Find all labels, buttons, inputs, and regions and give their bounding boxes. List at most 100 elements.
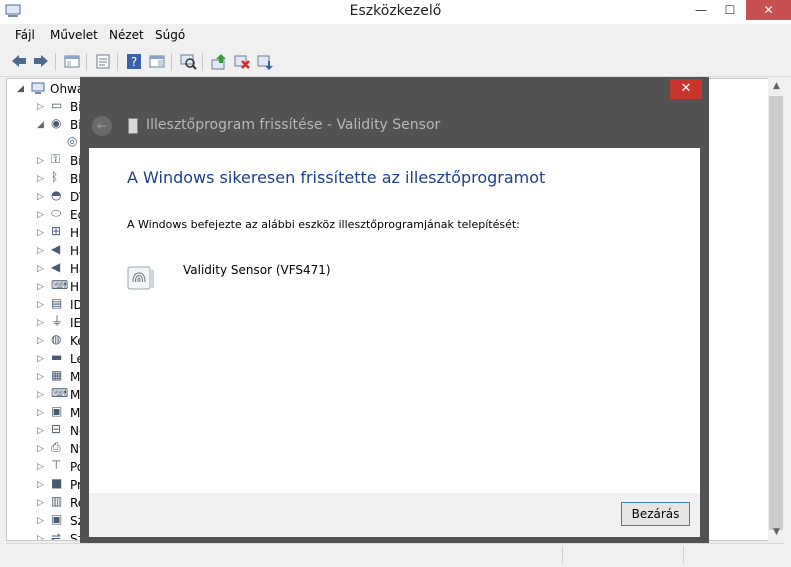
back-arrow-icon[interactable] [10, 53, 28, 70]
close-button[interactable]: Bezárás [621, 502, 690, 526]
camera-icon: ◍ [51, 332, 62, 346]
expand-arrow-icon[interactable]: ▷ [37, 242, 44, 260]
device-name: Validity Sensor (VFS471) [183, 263, 331, 277]
update-driver-icon[interactable] [210, 53, 228, 70]
expand-arrow-icon[interactable]: ▷ [37, 314, 44, 332]
tree-item-label: M [70, 388, 81, 402]
key-icon: ⚿ [51, 152, 61, 166]
printer-icon: ⎙ [51, 440, 61, 454]
menu-help[interactable]: Súgó [155, 28, 185, 42]
computer-icon [31, 82, 45, 94]
menu-file[interactable]: Fájl [15, 28, 35, 42]
device-small-icon [128, 118, 138, 134]
expand-arrow-icon[interactable]: ▷ [37, 260, 44, 278]
help-icon[interactable]: ? [125, 53, 143, 70]
dialog-title: Illesztőprogram frissítése - Validity Se… [146, 117, 441, 133]
close-window-button[interactable]: ✕ [746, 0, 791, 20]
expand-arrow-icon[interactable]: ▷ [37, 170, 44, 188]
minimize-button[interactable]: — [686, 0, 716, 20]
status-bar [6, 543, 785, 565]
fingerprint-icon: ◎ [67, 134, 78, 148]
expand-arrow-icon[interactable]: ▷ [37, 440, 44, 458]
success-heading: A Windows sikeresen frissítette az illes… [127, 168, 546, 187]
expand-arrow-icon[interactable]: ▷ [37, 386, 44, 404]
dialog-content: A Windows sikeresen frissítette az illes… [89, 148, 700, 493]
toolbar-separator [117, 53, 118, 71]
dvd-drive-icon: ◓ [51, 188, 62, 202]
action-pane-icon[interactable] [148, 53, 166, 70]
menu-action[interactable]: Művelet [50, 28, 98, 42]
processor-icon: ■ [51, 476, 63, 490]
battery-icon: ▭ [51, 98, 63, 112]
memory-icon: ▦ [51, 368, 63, 382]
console-tree-icon[interactable] [63, 53, 81, 70]
expand-arrow-icon[interactable]: ▷ [37, 458, 44, 476]
scroll-thumb[interactable] [769, 96, 783, 530]
system-device-icon: ▥ [51, 494, 63, 508]
expand-arrow-icon[interactable]: ▷ [37, 224, 44, 242]
tree-item-label: M [70, 406, 81, 420]
expand-arrow-icon[interactable]: ▷ [37, 476, 44, 494]
properties-icon[interactable] [94, 53, 112, 70]
forward-arrow-icon[interactable] [32, 53, 50, 70]
back-button[interactable]: ← [92, 116, 112, 136]
collapse-arrow-icon[interactable]: ◢ [37, 116, 44, 134]
expand-arrow-icon[interactable]: ▷ [37, 512, 44, 530]
completion-message: A Windows befejezte az alábbi eszköz ill… [127, 218, 520, 231]
maximize-button[interactable]: ☐ [716, 0, 744, 20]
ieee1394-icon: ⏚ [51, 314, 64, 328]
scroll-up-button[interactable]: ▲ [768, 78, 785, 95]
biometric-icon: ◉ [51, 116, 62, 130]
toolbar-separator [202, 53, 203, 71]
update-driver-dialog: ✕ ← Illesztőprogram frissítése - Validit… [80, 77, 709, 543]
expand-arrow-icon[interactable]: ▷ [37, 278, 44, 296]
scroll-down-button[interactable]: ▼ [768, 524, 785, 541]
dialog-footer: Bezárás [89, 493, 700, 537]
vertical-scrollbar[interactable]: ▲ ▼ [768, 78, 785, 541]
expand-arrow-icon[interactable]: ▷ [37, 530, 44, 540]
menu-bar: Fájl Művelet Nézet Súgó [0, 24, 791, 46]
toolbar-separator [86, 53, 87, 71]
dialog-close-button[interactable]: ✕ [670, 79, 702, 99]
speaker-icon: ◀ [51, 242, 61, 256]
bluetooth-icon: ᛒ [51, 170, 59, 184]
keyboard-icon: ⌨ [51, 386, 69, 400]
menu-view[interactable]: Nézet [109, 28, 144, 42]
uninstall-device-icon[interactable] [256, 53, 274, 70]
expand-arrow-icon[interactable]: ▷ [37, 494, 44, 512]
ide-controller-icon: ▤ [51, 296, 63, 310]
window-title: Eszközkezelő [349, 3, 442, 19]
expand-arrow-icon[interactable]: ▷ [37, 404, 44, 422]
toolbar: ? [0, 48, 791, 77]
expand-arrow-icon[interactable]: ▷ [37, 422, 44, 440]
status-divider [683, 546, 685, 563]
expand-arrow-icon[interactable]: ▷ [37, 206, 44, 224]
svg-text:?: ? [131, 55, 137, 69]
collapse-arrow-icon[interactable]: ◢ [17, 80, 24, 98]
mouse-icon: ⬭ [51, 206, 62, 220]
expand-arrow-icon[interactable]: ▷ [37, 350, 44, 368]
toolbar-separator [55, 53, 56, 71]
speaker-icon: ◀ [51, 260, 61, 274]
expand-arrow-icon[interactable]: ▷ [37, 98, 44, 116]
network-icon: ⊞ [51, 224, 62, 238]
monitor-icon: ▣ [51, 404, 63, 418]
port-icon: ⊤ [51, 458, 62, 472]
scan-hardware-icon[interactable] [179, 53, 197, 70]
computer-icon: ▣ [51, 512, 63, 526]
tree-item-label: M [70, 370, 81, 384]
expand-arrow-icon[interactable]: ▷ [37, 152, 44, 170]
fingerprint-sensor-icon [127, 266, 154, 290]
expand-arrow-icon[interactable]: ▷ [37, 368, 44, 386]
disk-drive-icon: ▬ [51, 350, 63, 364]
toolbar-separator [171, 53, 172, 71]
expand-arrow-icon[interactable]: ▷ [37, 332, 44, 350]
hid-icon: ⌨ [51, 278, 69, 292]
expand-arrow-icon[interactable]: ▷ [37, 188, 44, 206]
network-adapter-icon: ⊟ [51, 422, 62, 436]
expand-arrow-icon[interactable]: ▷ [37, 296, 44, 314]
status-divider [562, 546, 564, 563]
disable-device-icon[interactable] [233, 53, 251, 70]
title-bar: Eszközkezelő — ☐ ✕ [0, 0, 791, 24]
usb-icon: ⇌ [51, 530, 62, 541]
